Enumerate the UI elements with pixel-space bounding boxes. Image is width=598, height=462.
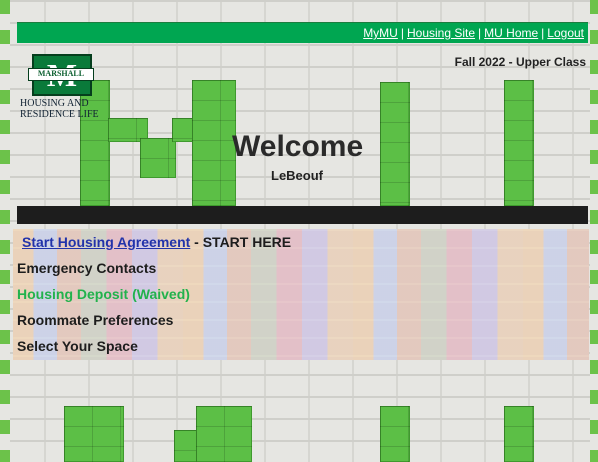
term-label: Fall 2022 - Upper Class	[454, 55, 586, 69]
right-edge-bricks	[590, 0, 598, 462]
brick-bottom-4	[380, 406, 410, 462]
brick-letter-middle	[140, 138, 176, 178]
menu-list: Start Housing Agreement - START HERE Eme…	[17, 233, 291, 363]
nav-link-housing-site[interactable]: Housing Site	[407, 26, 475, 40]
left-edge-bricks	[0, 0, 10, 462]
logo-line-1: HOUSING AND	[20, 98, 89, 109]
menu-item-housing-deposit[interactable]: Housing Deposit (Waived)	[17, 285, 291, 311]
brick-bottom-5	[504, 406, 534, 462]
marshall-housing-logo: M MARSHALL HOUSING AND RESIDENCE LIFE	[20, 54, 100, 120]
nav-link-mymu[interactable]: MyMU	[363, 26, 398, 40]
divider-bar	[17, 206, 588, 224]
brick-bottom-3	[196, 406, 252, 462]
start-housing-agreement-link[interactable]: Start Housing Agreement	[22, 234, 190, 250]
menu-item-select-your-space[interactable]: Select Your Space	[17, 337, 291, 363]
nav-link-logout[interactable]: Logout	[547, 26, 584, 40]
logo-line-2: RESIDENCE LIFE	[20, 109, 99, 120]
brick-letter-right-leg	[192, 80, 236, 206]
brick-column-right	[504, 80, 534, 206]
start-here-text: - START HERE	[190, 234, 292, 250]
welcome-heading: Welcome	[232, 130, 364, 163]
user-name: LeBeouf	[271, 168, 323, 183]
brick-column-u	[380, 82, 410, 206]
menu-item-emergency-contacts[interactable]: Emergency Contacts	[17, 259, 291, 285]
menu-item-roommate-preferences[interactable]: Roommate Preferences	[17, 311, 291, 337]
brick-bottom-1	[64, 406, 124, 462]
housing-menu-panel: Start Housing Agreement - START HERE Eme…	[13, 229, 589, 360]
nav-link-mu-home[interactable]: MU Home	[484, 26, 538, 40]
brick-bottom-2	[174, 430, 198, 462]
nav-separator: |	[478, 26, 482, 40]
nav-separator: |	[541, 26, 545, 40]
logo-band-text: MARSHALL	[28, 68, 94, 81]
top-navigation-bar: MyMU | Housing Site | MU Home | Logout	[17, 22, 588, 43]
nav-separator: |	[400, 26, 404, 40]
menu-item-housing-agreement: Start Housing Agreement - START HERE	[17, 233, 291, 259]
